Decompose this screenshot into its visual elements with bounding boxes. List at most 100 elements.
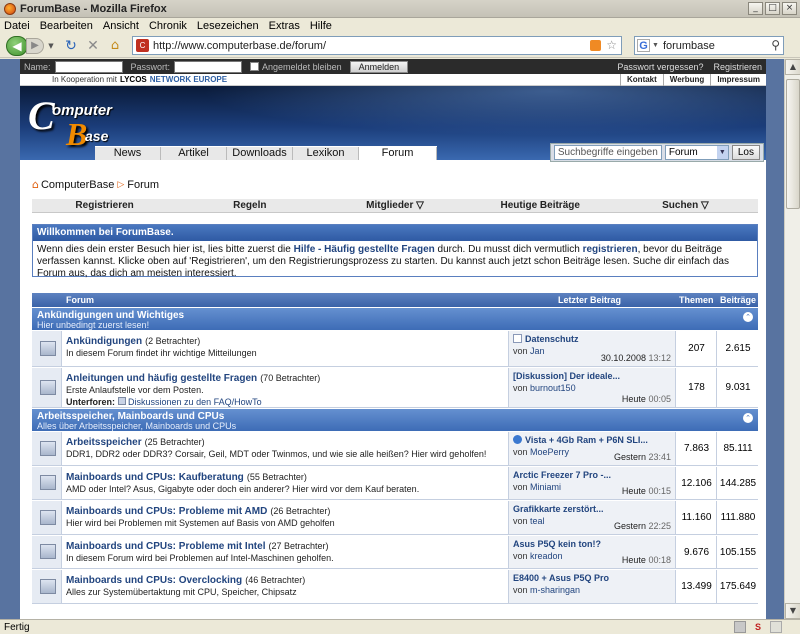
nav-news[interactable]: News xyxy=(95,147,161,160)
menu-datei[interactable]: Datei xyxy=(4,20,30,32)
menu-extras[interactable]: Extras xyxy=(269,20,300,32)
forum-folder-icon xyxy=(40,440,56,456)
welcome-box: Willkommen bei ForumBase. Wenn dies dein… xyxy=(32,224,758,279)
home-button[interactable]: ⌂ xyxy=(106,38,124,53)
subnav-registrieren[interactable]: Registrieren xyxy=(32,200,177,211)
forum-title[interactable]: Anleitungen und häufig gestellte Fragen xyxy=(66,373,257,384)
forum-title[interactable]: Ankündigungen xyxy=(66,336,142,347)
back-button[interactable]: ◀ xyxy=(6,35,28,56)
collapse-icon[interactable]: ⌃ xyxy=(743,312,753,322)
browser-search-input[interactable]: forumbase xyxy=(663,40,715,52)
network-europe-text: NETWORK EUROPE xyxy=(149,75,228,84)
login-button[interactable]: Anmelden xyxy=(349,60,409,73)
name-input[interactable] xyxy=(54,60,123,73)
category-header[interactable]: Arbeitsspeicher, Mainboards und CPUs All… xyxy=(32,409,758,431)
col-last-post: Letzter Beitrag xyxy=(558,295,622,305)
post-icon xyxy=(513,334,522,343)
remember-checkbox[interactable] xyxy=(250,62,260,71)
history-dropdown-icon[interactable]: ▼ xyxy=(46,42,56,50)
login-bar: Name: Passwort: Angemeldet bleiben Anmel… xyxy=(20,59,766,74)
bookmark-star-icon[interactable]: ☆ xyxy=(606,38,617,52)
name-label: Name: xyxy=(24,61,51,72)
browser-search-box[interactable]: G ▼ forumbase ⚲ xyxy=(634,36,784,55)
forum-folder-icon xyxy=(40,475,56,490)
page-viewport: Name: Passwort: Angemeldet bleiben Anmel… xyxy=(0,59,784,619)
last-post: Datenschutz von Jan 30.10.2008 13:12 xyxy=(508,331,676,366)
nav-lexikon[interactable]: Lexikon xyxy=(293,147,359,160)
stop-button[interactable]: ✕ xyxy=(84,38,102,54)
resize-grip-icon[interactable] xyxy=(770,621,782,633)
site-favicon: C xyxy=(136,39,149,52)
rss-icon[interactable] xyxy=(590,40,601,51)
col-posts: Beiträge xyxy=(720,295,757,305)
forum-title[interactable]: Arbeitsspeicher xyxy=(66,437,142,448)
subnav-heutige-beitraege[interactable]: Heutige Beiträge xyxy=(468,200,613,211)
search-engine-dropdown-icon[interactable]: ▼ xyxy=(652,42,659,49)
scroll-down-arrow-icon[interactable]: ▼ xyxy=(785,603,800,619)
category-header[interactable]: Ankündigungen und Wichtiges Hier unbedin… xyxy=(32,308,758,330)
impressum-link[interactable]: Impressum xyxy=(710,74,766,86)
werbung-link[interactable]: Werbung xyxy=(662,74,711,86)
breadcrumb-arrow-icon: ▷ xyxy=(117,179,125,190)
kontakt-link[interactable]: Kontakt xyxy=(620,74,663,86)
site-search-input[interactable]: Suchbegriffe eingeben xyxy=(553,145,662,160)
thread-count: 11.160 xyxy=(677,501,717,534)
forum-title[interactable]: Mainboards und CPUs: Probleme mit Intel xyxy=(66,541,265,552)
forum-row: Arbeitsspeicher (25 Betrachter) DDR1, DD… xyxy=(32,432,758,466)
post-count: 175.649 xyxy=(719,581,757,592)
forum-folder-icon xyxy=(40,340,56,356)
close-button[interactable]: × xyxy=(782,2,797,15)
forum-title[interactable]: Mainboards und CPUs: Overclocking xyxy=(66,575,242,586)
forum-table-header: Forum Letzter Beitrag Themen Beiträge xyxy=(32,293,758,307)
menu-hilfe[interactable]: Hilfe xyxy=(310,20,332,32)
site-search-button[interactable]: Los xyxy=(731,145,760,160)
nav-artikel[interactable]: Artikel xyxy=(161,147,227,160)
thread-count: 178 xyxy=(677,368,717,407)
forum-title[interactable]: Mainboards und CPUs: Probleme mit AMD xyxy=(66,506,267,517)
register-link[interactable]: Registrieren xyxy=(713,62,762,72)
lycos-logo[interactable]: LYCOS xyxy=(120,75,147,84)
site-search-scope-select[interactable]: Forum xyxy=(664,145,729,160)
scroll-up-arrow-icon[interactable]: ▲ xyxy=(785,59,800,75)
welcome-text: Wenn dies dein erster Besuch hier ist, l… xyxy=(37,244,729,279)
status-bar: Fertig S xyxy=(0,619,800,634)
adblock-icon[interactable]: S xyxy=(752,621,764,633)
breadcrumb-home[interactable]: ComputerBase xyxy=(41,179,114,191)
password-input[interactable] xyxy=(174,60,243,73)
reload-button[interactable]: ↻ xyxy=(62,38,80,54)
scroll-thumb[interactable] xyxy=(786,79,800,209)
faq-link[interactable]: Hilfe - Häufig gestellte Fragen xyxy=(294,244,435,255)
forgot-password-link[interactable]: Passwort vergessen? xyxy=(617,62,703,72)
subforum-link[interactable]: Diskussionen zu den FAQ/HowTo xyxy=(128,397,262,407)
vertical-scrollbar[interactable]: ▲ ▼ xyxy=(784,59,800,619)
thread-count: 9.676 xyxy=(677,536,717,568)
col-threads: Themen xyxy=(679,295,714,305)
forum-row: Mainboards und CPUs: Probleme mit AMD (2… xyxy=(32,501,758,535)
menu-chronik[interactable]: Chronik xyxy=(149,20,187,32)
forward-button[interactable]: ▶ xyxy=(26,37,44,54)
last-post: Arctic Freezer 7 Pro -... von Miniami He… xyxy=(508,467,676,499)
subnav-regeln[interactable]: Regeln xyxy=(177,200,322,211)
subnav-mitglieder[interactable]: Mitglieder ▽ xyxy=(322,200,467,211)
subnav-suchen[interactable]: Suchen ▽ xyxy=(613,200,758,211)
minimize-button[interactable]: _ xyxy=(748,2,763,15)
home-icon[interactable]: ⌂ xyxy=(32,178,39,191)
forum-title[interactable]: Mainboards und CPUs: Kaufberatung xyxy=(66,472,244,483)
nav-forum[interactable]: Forum xyxy=(359,147,437,160)
menu-lesezeichen[interactable]: Lesezeichen xyxy=(197,20,259,32)
password-label: Passwort: xyxy=(130,61,171,72)
maximize-button[interactable]: □ xyxy=(765,2,780,15)
register-inline-link[interactable]: registrieren xyxy=(583,244,638,255)
menu-ansicht[interactable]: Ansicht xyxy=(103,20,139,32)
url-bar[interactable]: C http://www.computerbase.de/forum/ ☆ xyxy=(132,36,622,55)
google-icon[interactable]: G xyxy=(637,39,650,52)
breadcrumb-current: Forum xyxy=(127,178,160,191)
collapse-icon[interactable]: ⌃ xyxy=(743,413,753,423)
url-text[interactable]: http://www.computerbase.de/forum/ xyxy=(153,40,326,52)
menu-bearbeiten[interactable]: Bearbeiten xyxy=(40,20,93,32)
nav-downloads[interactable]: Downloads xyxy=(227,147,293,160)
search-icon[interactable]: ⚲ xyxy=(771,38,780,52)
firefox-icon xyxy=(4,2,16,15)
addon-icon[interactable] xyxy=(734,621,746,633)
coop-text: In Kooperation mit xyxy=(52,75,117,84)
